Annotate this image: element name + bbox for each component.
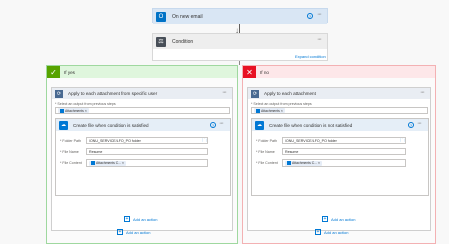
- file-content-input[interactable]: Attachments C... ×: [86, 159, 208, 167]
- outlook-icon: [256, 108, 260, 113]
- folder-browse-icon[interactable]: 🗀: [400, 138, 405, 146]
- help-icon[interactable]: ?: [408, 122, 414, 128]
- add-action-label: Add an action: [133, 216, 158, 222]
- create-file-card-yes[interactable]: ☁ Create file when condition is satisfie…: [55, 118, 231, 196]
- outlook-icon: [91, 161, 95, 165]
- outlook-icon: [60, 108, 64, 113]
- loop-icon: ⟳: [55, 89, 63, 98]
- folder-path-input[interactable]: /ONU_SERVICE/LFO_PO folder: [282, 137, 406, 144]
- token-label: Attachments: [65, 108, 84, 113]
- split-line: [239, 61, 240, 65]
- folder-browse-icon[interactable]: 🗀: [202, 138, 207, 146]
- remove-token-icon[interactable]: ×: [122, 161, 124, 165]
- loop-card-no[interactable]: ⟳ Apply to each attachment ··· * Select …: [247, 87, 431, 231]
- file-name-input[interactable]: Resume: [86, 148, 208, 155]
- condition-icon: ⚖: [156, 36, 166, 47]
- file-content-label: * File Content: [60, 161, 82, 165]
- more-options-icon[interactable]: ···: [417, 120, 422, 127]
- create-file-title: Create file when condition is not satisf…: [269, 122, 353, 128]
- file-content-label: * File Content: [256, 161, 278, 165]
- attachments-token[interactable]: Attachments ×: [254, 108, 285, 113]
- add-action-icon: +: [322, 216, 328, 222]
- add-action-icon: +: [117, 229, 123, 235]
- branch-yes: ✓ If yes ⟳ Apply to each attachment from…: [46, 65, 238, 244]
- select-output-label: * Select an output from previous steps: [251, 102, 312, 106]
- more-options-icon[interactable]: ···: [317, 11, 322, 18]
- create-file-card-no[interactable]: ☁ Create file when condition is not sati…: [251, 118, 429, 196]
- branch-yes-label: If yes: [64, 69, 75, 75]
- token-label: Attachments C...: [292, 161, 318, 165]
- folder-path-label: * Folder Path: [256, 138, 277, 143]
- create-file-title: Create file when condition is satisfied: [73, 122, 149, 128]
- attachments-content-token[interactable]: Attachments C... ×: [285, 160, 322, 166]
- add-action-button-inner-yes[interactable]: + Add an action: [124, 216, 157, 222]
- onedrive-icon: ☁: [59, 120, 68, 130]
- file-name-input[interactable]: Resume: [282, 148, 406, 155]
- onedrive-icon: ☁: [255, 120, 264, 130]
- select-output-input[interactable]: Attachments ×: [251, 107, 428, 114]
- file-content-input[interactable]: Attachments C... ×: [282, 159, 406, 167]
- cross-icon: ✕: [243, 66, 256, 78]
- token-label: Attachments: [261, 108, 280, 113]
- add-action-label: Add an action: [331, 216, 356, 222]
- folder-path-value: /ONU_SERVICE/LFO_PO folder: [285, 138, 337, 143]
- add-action-label: Add an action: [324, 229, 349, 235]
- loop-title: Apply to each attachment from specific u…: [68, 91, 158, 96]
- more-options-icon[interactable]: ···: [317, 36, 322, 43]
- add-action-icon: +: [315, 229, 321, 235]
- outlook-icon: O: [156, 11, 166, 22]
- file-name-value: Resume: [285, 149, 299, 154]
- remove-token-icon[interactable]: ×: [318, 161, 320, 165]
- more-options-icon[interactable]: ···: [420, 89, 425, 96]
- token-label: Attachments C...: [96, 161, 122, 165]
- folder-path-value: /ONU_SERVICE/LFO_PO folder: [89, 138, 141, 143]
- more-options-icon[interactable]: ···: [222, 89, 227, 96]
- add-action-button-inner-no[interactable]: + Add an action: [322, 216, 355, 222]
- loop-icon: ⟳: [251, 89, 259, 98]
- select-output-label: * Select an output from previous steps: [55, 102, 116, 106]
- attachments-token[interactable]: Attachments ×: [58, 108, 89, 113]
- condition-title: Condition: [172, 38, 194, 45]
- help-icon[interactable]: ?: [307, 13, 313, 19]
- add-action-button-outer-no[interactable]: + Add an action: [315, 229, 348, 235]
- select-output-input[interactable]: Attachments ×: [55, 107, 230, 114]
- condition-card[interactable]: ⚖ Condition ··· Expand condition: [152, 33, 328, 61]
- file-name-label: * File Name: [60, 149, 79, 154]
- remove-token-icon[interactable]: ×: [85, 109, 87, 113]
- file-name-value: Resume: [89, 149, 103, 154]
- expand-condition-link[interactable]: Expand condition: [295, 54, 326, 59]
- attachments-content-token[interactable]: Attachments C... ×: [89, 160, 126, 166]
- folder-path-label: * Folder Path: [60, 138, 81, 143]
- trigger-title: On new email: [172, 13, 203, 20]
- help-icon[interactable]: ?: [210, 122, 216, 128]
- more-options-icon[interactable]: ···: [219, 120, 224, 127]
- folder-path-input[interactable]: /ONU_SERVICE/LFO_PO folder: [86, 137, 208, 144]
- outlook-icon: [287, 161, 291, 165]
- loop-title: Apply to each attachment: [264, 91, 316, 96]
- trigger-card[interactable]: O On new email ? ···: [152, 8, 328, 24]
- branch-no-label: If no: [260, 69, 269, 75]
- branch-no: ✕ If no ⟳ Apply to each attachment ··· *…: [242, 65, 436, 244]
- file-name-label: * File Name: [256, 149, 275, 154]
- loop-card-yes[interactable]: ⟳ Apply to each attachment from specific…: [51, 87, 233, 231]
- check-icon: ✓: [47, 66, 60, 78]
- add-action-icon: +: [124, 216, 130, 222]
- add-action-label: Add an action: [126, 229, 151, 235]
- add-action-button-outer-yes[interactable]: + Add an action: [117, 229, 150, 235]
- remove-token-icon[interactable]: ×: [281, 109, 283, 113]
